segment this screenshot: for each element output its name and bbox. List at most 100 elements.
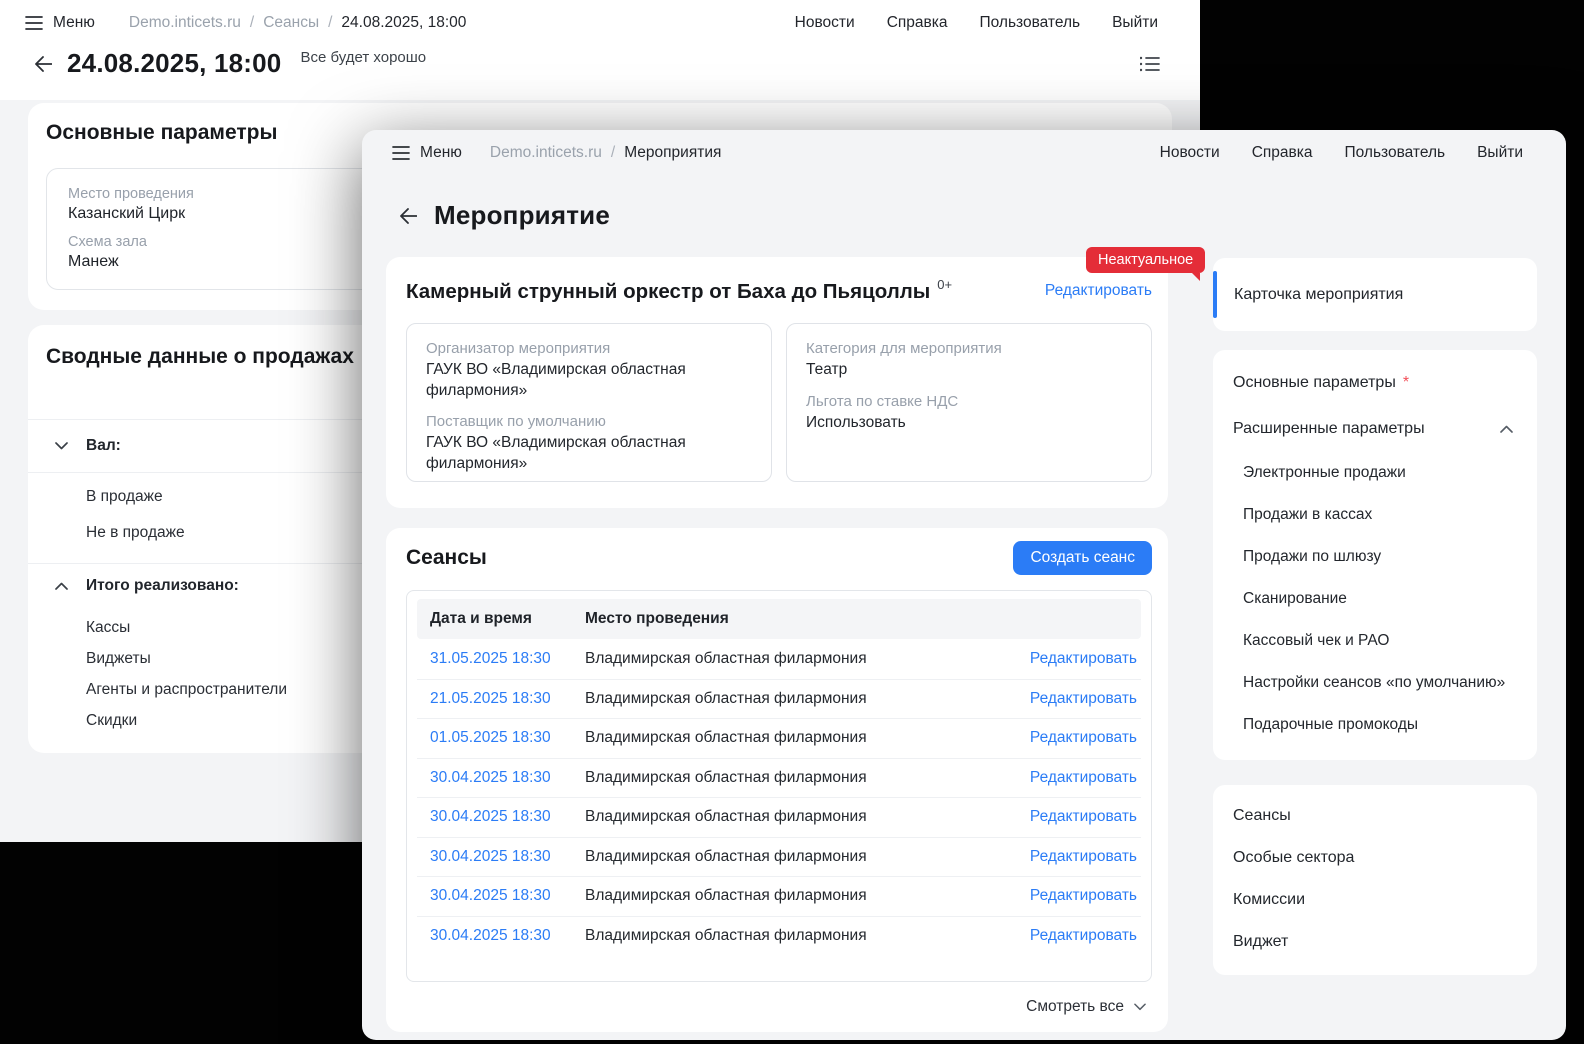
sessions-table: Дата и время Место проведения 31.05.2025… <box>406 590 1152 982</box>
breadcrumb: Demo.inticets.ru Мероприятия <box>490 144 721 162</box>
breadcrumb-link[interactable]: Demo.inticets.ru <box>129 14 241 32</box>
session-venue: Владимирская областная филармония <box>585 650 1030 668</box>
session-header: Меню Demo.inticets.ru Сеансы 24.08.2025,… <box>0 0 1200 100</box>
sidebar-item-main-params[interactable]: Основные параметры * <box>1213 360 1537 406</box>
column-header-datetime: Дата и время <box>417 610 585 628</box>
menu-button[interactable]: Меню <box>392 144 462 162</box>
table-row: 31.05.2025 18:30 Владимирская областная … <box>417 639 1141 679</box>
session-date-link[interactable]: 21.05.2025 18:30 <box>417 690 585 708</box>
breadcrumb-link[interactable]: Demo.inticets.ru <box>490 144 602 162</box>
edit-session-link[interactable]: Редактировать <box>1030 650 1141 668</box>
session-date-link[interactable]: 01.05.2025 18:30 <box>417 729 585 747</box>
event-card: Камерный струнный оркестр от Баха до Пья… <box>386 257 1168 508</box>
nav-link[interactable]: Справка <box>1252 144 1313 162</box>
event-info-box-left: Организатор мероприятия ГАУК ВО «Владими… <box>406 323 772 482</box>
field-value: Использовать <box>806 413 1106 434</box>
edit-session-link[interactable]: Редактировать <box>1030 848 1141 866</box>
nav-link[interactable]: Справка <box>887 14 948 32</box>
edit-session-link[interactable]: Редактировать <box>1030 769 1141 787</box>
breadcrumb-link[interactable]: Мероприятия <box>624 144 721 162</box>
sales-group-label: Итого реализовано: <box>86 577 239 595</box>
session-date-link[interactable]: 30.04.2025 18:30 <box>417 769 585 787</box>
nav-link[interactable]: Пользователь <box>980 14 1081 32</box>
column-header-venue: Место проведения <box>585 610 1141 628</box>
list-view-icon <box>1140 56 1160 72</box>
field-value: Театр <box>806 360 1106 381</box>
session-date-link[interactable]: 30.04.2025 18:30 <box>417 808 585 826</box>
session-venue: Владимирская областная филармония <box>585 729 1030 747</box>
sidebar-item[interactable]: Особые сектора <box>1213 837 1537 879</box>
back-button[interactable] <box>35 56 52 72</box>
breadcrumb-link[interactable]: Сеансы <box>263 14 319 32</box>
sessions-header: Сеансы Создать сеанс <box>406 540 1152 576</box>
nav-link[interactable]: Новости <box>1160 144 1220 162</box>
required-mark: * <box>1403 374 1409 392</box>
session-date-link[interactable]: 30.04.2025 18:30 <box>417 927 585 945</box>
session-date-link[interactable]: 31.05.2025 18:30 <box>417 650 585 668</box>
sidebar-sub-item[interactable]: Кассовый чек и РАО <box>1213 620 1537 662</box>
field-label: Организатор мероприятия <box>426 340 752 357</box>
session-venue: Владимирская областная филармония <box>585 808 1030 826</box>
hamburger-icon <box>392 146 410 160</box>
session-venue: Владимирская областная филармония <box>585 769 1030 787</box>
back-button[interactable] <box>400 208 417 224</box>
sidebar-sub-item[interactable]: Подарочные промокоды <box>1213 704 1537 746</box>
screenshot-stage: Меню Demo.inticets.ru Сеансы 24.08.2025,… <box>0 0 1584 1044</box>
session-venue: Владимирская областная филармония <box>585 848 1030 866</box>
edit-session-link[interactable]: Редактировать <box>1030 729 1141 747</box>
edit-session-link[interactable]: Редактировать <box>1030 927 1141 945</box>
session-date-link[interactable]: 30.04.2025 18:30 <box>417 887 585 905</box>
menu-button[interactable]: Меню <box>25 14 95 32</box>
session-date-link[interactable]: 30.04.2025 18:30 <box>417 848 585 866</box>
show-all-button[interactable]: Смотреть все <box>1026 998 1146 1016</box>
sidebar-sub-item[interactable]: Настройки сеансов «по умолчанию» <box>1213 662 1537 704</box>
breadcrumb-segment: Demo.inticets.ru <box>490 144 602 162</box>
nav-link[interactable]: Выйти <box>1112 14 1158 32</box>
sidebar-sub-item[interactable]: Продажи по шлюзу <box>1213 536 1537 578</box>
edit-session-link[interactable]: Редактировать <box>1030 808 1141 826</box>
breadcrumb-segment: 24.08.2025, 18:00 <box>328 14 466 32</box>
hamburger-icon <box>25 16 43 30</box>
table-row: 30.04.2025 18:30 Владимирская областная … <box>417 837 1141 877</box>
field-category: Категория для мероприятия Театр <box>806 340 1132 381</box>
field-label: Льгота по ставке НДС <box>806 393 1132 410</box>
sidebar-item[interactable]: Сеансы <box>1213 795 1537 837</box>
nav-link[interactable]: Пользователь <box>1345 144 1446 162</box>
field-value: ГАУК ВО «Владимирская областная филармон… <box>426 433 726 474</box>
sidebar-item-event-card[interactable]: Карточка мероприятия <box>1213 258 1537 331</box>
window-event: Меню Demo.inticets.ru Мероприятия Новост… <box>362 130 1566 1040</box>
table-row: 30.04.2025 18:30 Владимирская областная … <box>417 876 1141 916</box>
edit-session-link[interactable]: Редактировать <box>1030 887 1141 905</box>
sidebar-item-advanced-params[interactable]: Расширенные параметры <box>1213 406 1537 452</box>
table-row: 30.04.2025 18:30 Владимирская областная … <box>417 916 1141 956</box>
age-rating: 0+ <box>937 277 952 292</box>
nav-link[interactable]: Новости <box>795 14 855 32</box>
table-header-row: Дата и время Место проведения <box>417 599 1141 639</box>
table-row: 01.05.2025 18:30 Владимирская областная … <box>417 718 1141 758</box>
sidebar-item[interactable]: Комиссии <box>1213 879 1537 921</box>
list-view-button[interactable] <box>1140 56 1160 72</box>
field-label: Категория для мероприятия <box>806 340 1132 357</box>
menu-label: Меню <box>420 144 462 162</box>
create-session-button[interactable]: Создать сеанс <box>1013 541 1152 575</box>
sessions-card: Сеансы Создать сеанс Дата и время Место … <box>386 528 1168 1032</box>
event-info-row: Организатор мероприятия ГАУК ВО «Владими… <box>406 323 1152 482</box>
sidebar-sub-item[interactable]: Сканирование <box>1213 578 1537 620</box>
sidebar-sub-item[interactable]: Продажи в кассах <box>1213 494 1537 536</box>
session-venue: Владимирская областная филармония <box>585 690 1030 708</box>
top-links: Новости Справка Пользователь Выйти <box>1160 144 1523 162</box>
status-badge: Неактуальное <box>1086 247 1205 273</box>
sidebar-sub-item[interactable]: Электронные продажи <box>1213 452 1537 494</box>
sidebar-advanced-children: Электронные продажиПродажи в кассахПрода… <box>1213 452 1537 746</box>
edit-event-link[interactable]: Редактировать <box>1045 282 1152 300</box>
show-all-label: Смотреть все <box>1026 998 1124 1016</box>
sidebar-params-card: Основные параметры * Расширенные парамет… <box>1213 350 1537 760</box>
menu-label: Меню <box>53 14 95 32</box>
nav-link[interactable]: Выйти <box>1477 144 1523 162</box>
edit-session-link[interactable]: Редактировать <box>1030 690 1141 708</box>
sidebar-item[interactable]: Виджет <box>1213 921 1537 963</box>
chevron-up-icon <box>55 582 68 590</box>
page-title: Мероприятие <box>434 200 610 231</box>
breadcrumb-link[interactable]: 24.08.2025, 18:00 <box>341 14 466 32</box>
event-title: Камерный струнный оркестр от Баха до Пья… <box>406 280 930 304</box>
